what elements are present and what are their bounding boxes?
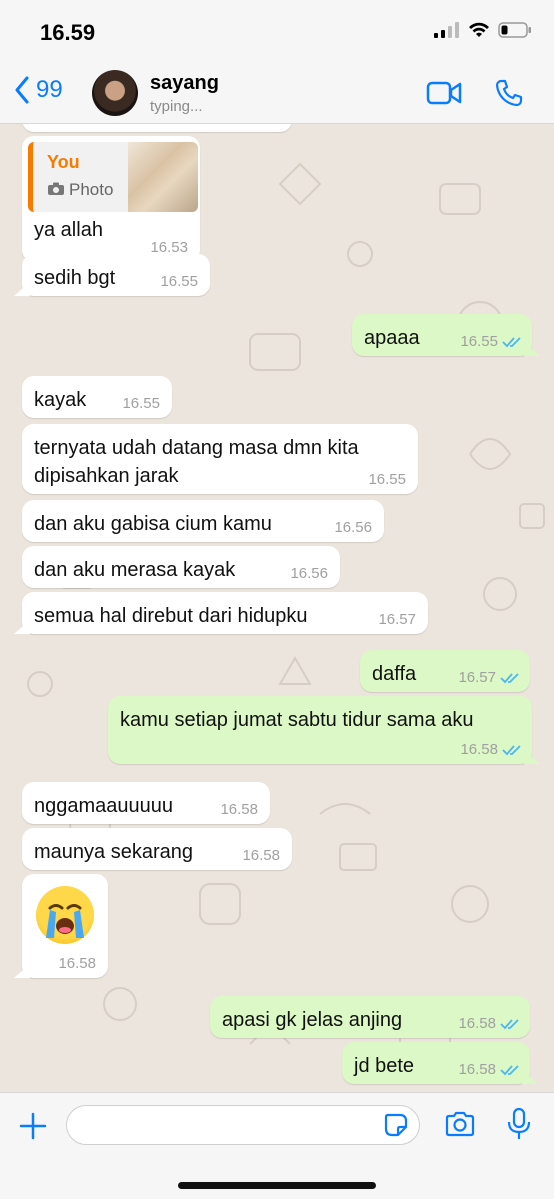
message-time: 16.58 xyxy=(220,801,258,818)
message-time: 16.55 xyxy=(368,471,406,488)
message-time: 16.58 xyxy=(58,955,96,972)
message-time: 16.55 xyxy=(460,333,498,350)
message-time: 16.58 xyxy=(460,741,498,758)
chat-area[interactable]: You Photo ya allah 16.53 sedih bgt 16.55… xyxy=(0,124,554,1092)
camera-icon xyxy=(48,182,64,195)
back-button[interactable]: 99 xyxy=(14,76,63,104)
message-text: semua hal direbut dari hidupku xyxy=(34,605,308,627)
read-ticks-icon xyxy=(500,1019,519,1030)
battery-icon xyxy=(498,22,531,38)
message-bubble-incoming[interactable]: You Photo ya allah 16.53 xyxy=(22,136,200,262)
message-bubble-incoming[interactable]: semua hal direbut dari hidupku 16.57 xyxy=(14,592,428,634)
message-text: daffa xyxy=(372,663,417,685)
voice-call-button[interactable] xyxy=(494,78,524,113)
message-text: apasi gk jelas anjing xyxy=(222,1009,403,1031)
microphone-icon xyxy=(507,1107,531,1139)
quoted-message[interactable]: You Photo xyxy=(28,142,198,212)
message-text: ya allah xyxy=(34,219,103,241)
message-time: 16.56 xyxy=(290,565,328,582)
status-bar: 16.59 xyxy=(0,0,554,62)
quoted-photo-thumbnail xyxy=(128,142,198,212)
avatar[interactable] xyxy=(92,70,138,116)
unread-count: 99 xyxy=(36,76,63,103)
message-time: 16.58 xyxy=(458,1061,496,1078)
read-ticks-icon xyxy=(502,337,521,348)
contact-name[interactable]: sayang xyxy=(150,72,219,95)
message-bubble-outgoing[interactable]: apasi gk jelas anjing 16.58 xyxy=(210,996,530,1038)
message-time: 16.55 xyxy=(122,395,160,412)
message-text: apaaa xyxy=(364,327,420,349)
contact-status: typing... xyxy=(150,98,203,115)
quoted-type: Photo xyxy=(69,180,114,199)
message-bubble-incoming[interactable]: ternyata udah datang masa dmn kita dipis… xyxy=(22,424,418,494)
camera-button[interactable] xyxy=(444,1111,476,1142)
microphone-button[interactable] xyxy=(506,1107,532,1146)
loudly-crying-face-icon xyxy=(36,886,94,944)
emoji-face-details xyxy=(46,904,84,938)
message-time: 16.58 xyxy=(242,847,280,864)
read-ticks-icon xyxy=(502,745,521,756)
message-bubble-outgoing[interactable]: daffa 16.57 xyxy=(360,650,530,692)
sticker-button[interactable] xyxy=(384,1113,408,1142)
message-input[interactable] xyxy=(66,1105,420,1145)
message-bubble-incoming[interactable]: maunya sekarang 16.58 xyxy=(22,828,292,870)
wifi-icon xyxy=(469,22,489,37)
read-ticks-icon xyxy=(500,1065,519,1076)
message-time: 16.56 xyxy=(334,519,372,536)
message-text: sedih bgt xyxy=(34,267,116,289)
message-bubble-incoming[interactable]: sedih bgt 16.55 xyxy=(14,254,210,296)
plus-icon xyxy=(19,1112,47,1140)
chat-header: 99 sayang typing... xyxy=(0,62,554,124)
status-icons xyxy=(434,22,532,38)
message-bubble-partial[interactable] xyxy=(22,124,292,132)
video-camera-icon xyxy=(426,81,462,105)
message-bubble-outgoing[interactable]: jd bete 16.58 xyxy=(342,1042,538,1084)
home-indicator[interactable] xyxy=(178,1182,376,1189)
chevron-left-icon xyxy=(15,76,29,104)
message-bubble-incoming[interactable]: 16.58 xyxy=(14,874,108,978)
message-text: jd bete xyxy=(354,1055,415,1077)
camera-icon xyxy=(445,1111,475,1137)
phone-icon xyxy=(495,79,523,107)
message-text: nggamaauuuuu xyxy=(34,795,174,817)
message-text: maunya sekarang xyxy=(34,841,193,863)
message-bubble-outgoing[interactable]: apaaa 16.55 xyxy=(352,314,540,356)
message-bubble-incoming[interactable]: nggamaauuuuu 16.58 xyxy=(22,782,270,824)
message-text: kamu setiap jumat sabtu tidur sama aku xyxy=(120,709,474,731)
signal-bars-icon xyxy=(434,22,459,38)
message-time: 16.57 xyxy=(458,669,496,686)
quoted-author: You xyxy=(47,152,80,172)
message-text: kayak xyxy=(34,389,87,411)
message-time: 16.55 xyxy=(160,273,198,290)
attach-button[interactable] xyxy=(18,1111,48,1146)
sticker-icon xyxy=(384,1113,408,1137)
message-text: dan aku gabisa cium kamu xyxy=(34,513,272,535)
message-time: 16.58 xyxy=(458,1015,496,1032)
message-text: dan aku merasa kayak xyxy=(34,559,236,581)
message-bubble-incoming[interactable]: kayak 16.55 xyxy=(22,376,172,418)
message-time: 16.57 xyxy=(378,611,416,628)
message-bubble-incoming[interactable]: dan aku merasa kayak 16.56 xyxy=(22,546,340,588)
message-bubble-outgoing[interactable]: kamu setiap jumat sabtu tidur sama aku 1… xyxy=(108,696,540,764)
status-time: 16.59 xyxy=(40,20,96,45)
video-call-button[interactable] xyxy=(426,80,462,111)
message-text: ternyata udah datang masa dmn kita dipis… xyxy=(34,437,359,487)
message-bubble-incoming[interactable]: dan aku gabisa cium kamu 16.56 xyxy=(22,500,384,542)
read-ticks-icon xyxy=(500,673,519,684)
